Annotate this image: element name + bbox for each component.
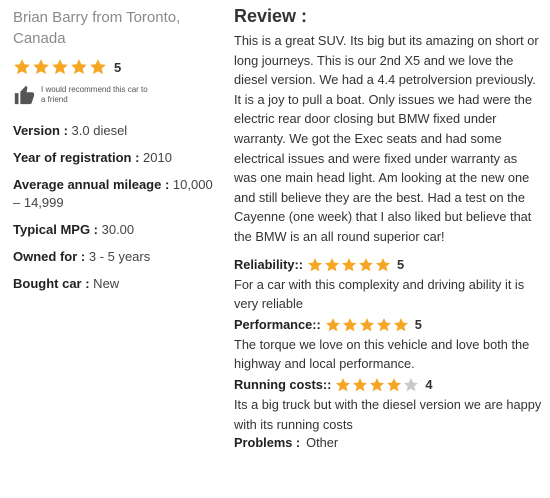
recommend-badge: I would recommend this car to a friend (13, 84, 218, 106)
rating-stars (325, 317, 410, 333)
rating-comment: For a car with this complexity and drivi… (234, 276, 525, 312)
spec-value: 30.00 (98, 222, 135, 237)
problems: Problems : Other (234, 435, 542, 450)
star-icon (307, 257, 323, 273)
overall-rating-value: 5 (114, 59, 122, 75)
rating-value: 4 (425, 377, 433, 393)
star-icon (369, 377, 385, 393)
spec-label: Year of registration : (13, 150, 140, 165)
star-icon (393, 317, 409, 333)
rating-running-costs: Running costs:: 4 Its a big truck but wi… (234, 375, 542, 434)
spec-mileage: Average annual mileage : 10,000 – 14,999 (13, 176, 218, 212)
rating-label: Performance:: (234, 317, 321, 333)
star-icon (341, 257, 357, 273)
rating-performance: Performance:: 5 The torque we love on th… (234, 315, 542, 374)
rating-value: 5 (414, 317, 422, 333)
vehicle-specs: Version : 3.0 diesel Year of registratio… (13, 122, 218, 293)
review-body: This is a great SUV. Its big but its ama… (234, 33, 539, 244)
rating-reliability: Reliability:: 5 For a car with this comp… (234, 255, 542, 314)
star-icon (51, 58, 69, 76)
review-panel: Review : This is a great SUV. Its big bu… (234, 5, 542, 450)
spec-label: Average annual mileage : (13, 177, 170, 192)
star-icon (89, 58, 107, 76)
spec-label: Bought car : (13, 276, 90, 291)
rating-label: Reliability:: (234, 257, 303, 273)
rating-comment: The torque we love on this vehicle and l… (234, 336, 530, 372)
reviewer-panel: Brian Barry from Toronto, Canada 5 I wou… (13, 7, 218, 302)
star-icon (386, 377, 402, 393)
rating-stars (307, 257, 392, 273)
spec-value: New (89, 276, 120, 291)
spec-label: Version : (13, 123, 68, 138)
star-icon (352, 377, 368, 393)
problems-label: Problems : (234, 435, 301, 451)
star-icon (324, 257, 340, 273)
star-icon (32, 58, 50, 76)
overall-rating: 5 (13, 58, 218, 76)
spec-value: 3 - 5 years (85, 249, 151, 264)
spec-label: Owned for : (13, 249, 86, 264)
review-title: Review : (234, 6, 308, 26)
rating-label: Running costs:: (234, 377, 332, 393)
star-icon (376, 317, 392, 333)
thumbs-up-icon (13, 84, 35, 106)
rating-comment: Its a big truck but with the diesel vers… (234, 396, 542, 432)
recommend-text: I would recommend this car to a friend (41, 85, 148, 104)
star-icon (335, 377, 351, 393)
reviewer-name: Brian Barry from Toronto, Canada (13, 9, 181, 47)
spec-mpg: Typical MPG : 30.00 (13, 221, 218, 239)
rating-value: 5 (396, 257, 405, 273)
spec-bought: Bought car : New (13, 275, 218, 293)
star-icon (13, 58, 31, 76)
spec-owned-for: Owned for : 3 - 5 years (13, 248, 218, 266)
star-icon (358, 257, 374, 273)
spec-label: Typical MPG : (13, 222, 98, 237)
star-icon (359, 317, 375, 333)
spec-version: Version : 3.0 diesel (13, 122, 218, 140)
star-icon (403, 377, 419, 393)
spec-year: Year of registration : 2010 (13, 149, 218, 167)
problems-value: Other (306, 435, 339, 451)
spec-value: 3.0 diesel (67, 123, 128, 138)
star-icon (70, 58, 88, 76)
star-icon (325, 317, 341, 333)
spec-value: 2010 (139, 150, 172, 165)
rating-stars (335, 377, 420, 393)
star-icon (375, 257, 391, 273)
overall-stars (13, 58, 108, 76)
star-icon (342, 317, 358, 333)
